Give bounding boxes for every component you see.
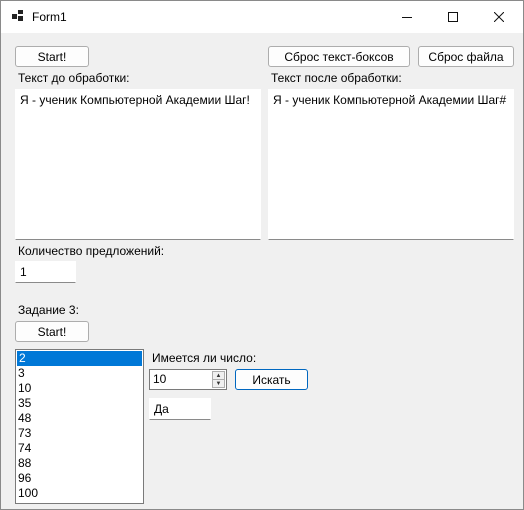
number-list[interactable]: 2 3 10 35 48 73 74 88 96 100 (15, 349, 144, 504)
list-item[interactable]: 3 (16, 366, 143, 381)
list-item[interactable]: 35 (16, 396, 143, 411)
close-icon (494, 12, 504, 22)
list-item[interactable]: 74 (16, 441, 143, 456)
list-item[interactable]: 88 (16, 456, 143, 471)
number-stepper[interactable]: 10 ▲ ▼ (149, 369, 227, 390)
list-item[interactable]: 96 (16, 471, 143, 486)
reset-textboxes-button[interactable]: Сброс текст-боксов (268, 46, 410, 67)
title-bar[interactable]: Form1 (1, 1, 523, 33)
after-text-box[interactable]: Я - ученик Компьютерной Академии Шаг# (268, 89, 514, 240)
list-item[interactable]: 48 (16, 411, 143, 426)
before-text-label: Текст до обработки: (18, 71, 130, 85)
list-item[interactable]: 2 (17, 351, 142, 366)
before-text-box[interactable]: Я - ученик Компьютерной Академии Шаг! (15, 89, 261, 240)
arrow-down-icon: ▼ (215, 380, 222, 387)
sentence-count-label: Количество предложений: (18, 244, 165, 258)
window-title: Form1 (32, 10, 67, 24)
sentence-count-field[interactable]: 1 (15, 261, 76, 283)
app-icon (12, 10, 24, 22)
after-text-label: Текст после обработки: (271, 71, 402, 85)
number-stepper-value[interactable]: 10 (153, 372, 166, 386)
has-number-label: Имеется ли число: (152, 351, 257, 365)
spin-down-button[interactable]: ▼ (212, 379, 225, 388)
search-button[interactable]: Искать (235, 369, 308, 390)
list-item[interactable]: 10 (16, 381, 143, 396)
task3-start-button[interactable]: Start! (15, 321, 89, 342)
maximize-icon (448, 12, 458, 22)
maximize-button[interactable] (430, 1, 476, 33)
list-item[interactable]: 73 (16, 426, 143, 441)
start-button[interactable]: Start! (15, 46, 89, 67)
main-window: Form1 Start! Сброс текст-боксов Сброс фа… (0, 0, 524, 510)
arrow-up-icon: ▲ (215, 372, 222, 379)
minimize-button[interactable] (384, 1, 430, 33)
reset-file-button[interactable]: Сброс файла (418, 46, 514, 67)
close-button[interactable] (476, 1, 522, 33)
task3-title: Задание 3: (18, 303, 79, 317)
result-field[interactable]: Да (149, 398, 211, 420)
minimize-icon (402, 17, 412, 18)
list-item[interactable]: 100 (16, 486, 143, 501)
